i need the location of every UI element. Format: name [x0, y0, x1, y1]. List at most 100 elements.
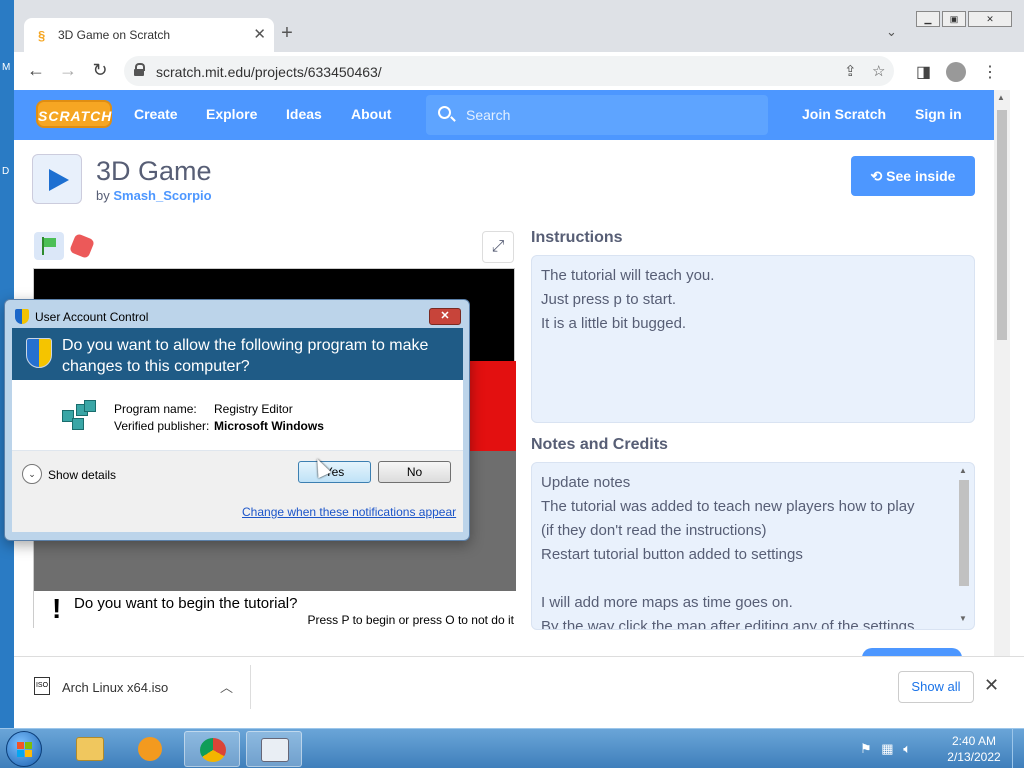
- remix-arrows-icon: ⟲: [870, 168, 883, 184]
- scrollbar-thumb[interactable]: [959, 480, 969, 586]
- back-arrow-icon[interactable]: ←: [24, 60, 48, 81]
- tab-bar: § 3D Game on Scratch ✕ + ⌄ ▁ ▣ ✕: [14, 0, 1024, 52]
- notes-line: The tutorial was added to teach new play…: [541, 498, 915, 515]
- address-bar[interactable]: scratch.mit.edu/projects/633450463/ ⇪ ☆: [124, 56, 894, 86]
- forward-arrow-icon[interactable]: →: [56, 60, 80, 81]
- network-icon[interactable]: ▦: [881, 741, 893, 756]
- play-icon: [49, 169, 69, 191]
- publisher-value: Microsoft Windows: [214, 419, 324, 433]
- scroll-down-icon[interactable]: ▼: [959, 614, 967, 623]
- show-desktop-button[interactable]: [1012, 729, 1024, 768]
- window-controls: ▁ ▣ ✕: [916, 11, 1014, 27]
- instructions-line: It is a little bit bugged.: [541, 315, 687, 332]
- bookmark-star-icon[interactable]: ☆: [872, 62, 885, 80]
- menu-dots-icon[interactable]: ⋮: [982, 62, 998, 82]
- minimize-button[interactable]: ▁: [916, 11, 940, 27]
- scrollbar-thumb[interactable]: [997, 110, 1007, 340]
- join-scratch-link[interactable]: Join Scratch: [802, 106, 886, 122]
- nav-about[interactable]: About: [351, 106, 391, 122]
- downloads-bar: ISO Arch Linux x64.iso ︿ Show all ✕: [14, 656, 1024, 716]
- shield-icon: [26, 338, 52, 368]
- maximize-button[interactable]: ▣: [942, 11, 966, 27]
- media-player-icon: [138, 737, 162, 761]
- scroll-up-icon[interactable]: ▲: [997, 93, 1005, 102]
- notes-line: [541, 567, 965, 591]
- chrome-icon: [200, 738, 226, 762]
- notes-line: Update notes: [541, 474, 631, 491]
- notes-box[interactable]: Update notes The tutorial was added to t…: [531, 462, 975, 630]
- desktop-letter: M: [2, 62, 11, 73]
- chevron-up-icon[interactable]: ︿: [220, 677, 233, 696]
- search-placeholder: Search: [466, 107, 511, 123]
- instructions-box: The tutorial will teach you. Just press …: [531, 255, 975, 423]
- folder-icon: [76, 737, 104, 761]
- show-all-button[interactable]: Show all: [898, 671, 974, 703]
- nav-explore[interactable]: Explore: [206, 106, 257, 122]
- nav-create[interactable]: Create: [134, 106, 178, 122]
- stage-hint: Press P to begin or press O to not do it: [307, 613, 514, 627]
- stage-question: Do you want to begin the tutorial?: [74, 595, 298, 612]
- close-window-button[interactable]: ✕: [968, 11, 1012, 27]
- tab-search-chevron-icon[interactable]: ⌄: [886, 24, 897, 40]
- window-icon: [261, 738, 289, 762]
- taskbar-explorer[interactable]: [62, 731, 118, 767]
- notes-title: Notes and Credits: [531, 436, 668, 453]
- clock-time: 2:40 AM: [951, 734, 997, 748]
- fullscreen-icon[interactable]: ⤢: [482, 231, 514, 263]
- yes-button[interactable]: Yes: [298, 461, 371, 483]
- clock[interactable]: 2:40 AM 2/13/2022: [942, 733, 1006, 765]
- taskbar-media-player[interactable]: [122, 731, 178, 767]
- profile-avatar-icon[interactable]: [946, 62, 966, 82]
- clock-date: 2/13/2022: [947, 750, 1001, 764]
- share-icon[interactable]: ⇪: [844, 62, 857, 80]
- start-button[interactable]: [6, 731, 42, 767]
- new-tab-button[interactable]: +: [276, 22, 298, 45]
- uac-close-button[interactable]: ✕: [429, 308, 461, 325]
- uac-body: Program name: Registry Editor Verified p…: [12, 380, 463, 532]
- uac-question: Do you want to allow the following progr…: [62, 337, 429, 375]
- scroll-up-icon[interactable]: ▲: [959, 466, 967, 475]
- notes-line: Restart tutorial button added to setting…: [541, 546, 803, 563]
- taskbar: ⚑ ▦ 🔈︎ 2:40 AM 2/13/2022: [0, 728, 1024, 768]
- partial-button[interactable]: [862, 648, 962, 656]
- close-icon[interactable]: ✕: [984, 675, 999, 696]
- reload-icon[interactable]: ↻: [88, 60, 112, 81]
- side-panel-icon[interactable]: ◨: [916, 62, 931, 82]
- lock-icon: [134, 63, 145, 76]
- tab-close-icon[interactable]: ✕: [253, 25, 266, 43]
- sign-in-link[interactable]: Sign in: [915, 106, 962, 122]
- show-details-label[interactable]: Show details: [48, 468, 116, 482]
- search-icon: [438, 106, 451, 119]
- volume-icon[interactable]: 🔈︎: [903, 741, 911, 756]
- notes-scrollbar[interactable]: ▲ ▼: [957, 464, 971, 628]
- project-thumbnail: [32, 154, 82, 204]
- taskbar-chrome[interactable]: [184, 731, 240, 767]
- desktop-letter: D: [2, 166, 10, 177]
- page-scrollbar[interactable]: ▲: [994, 90, 1010, 656]
- instructions-title: Instructions: [531, 229, 623, 246]
- url-text: scratch.mit.edu/projects/633450463/: [156, 64, 382, 80]
- project-author: by Smash_Scorpio: [96, 188, 212, 203]
- scratch-search-input[interactable]: Search: [426, 95, 768, 135]
- action-center-flag-icon[interactable]: ⚑: [860, 741, 872, 756]
- stop-sign-icon[interactable]: [68, 232, 96, 260]
- chevron-down-icon[interactable]: ⌄: [22, 464, 42, 484]
- uac-footer: ⌄ Show details Yes No Change when these …: [12, 451, 463, 532]
- taskbar-registry-editor[interactable]: [246, 731, 302, 767]
- by-label: by: [96, 188, 110, 203]
- author-link[interactable]: Smash_Scorpio: [113, 188, 211, 203]
- download-filename[interactable]: Arch Linux x64.iso: [62, 680, 168, 695]
- see-inside-label: See inside: [886, 168, 956, 184]
- scratch-logo[interactable]: SCRATCH: [36, 100, 112, 128]
- notification-settings-link[interactable]: Change when these notifications appear: [242, 505, 456, 519]
- green-flag-icon[interactable]: [34, 232, 64, 260]
- see-inside-button[interactable]: ⟲ See inside: [851, 156, 975, 196]
- tab-title: 3D Game on Scratch: [58, 28, 171, 42]
- tab-scratch[interactable]: § 3D Game on Scratch ✕: [24, 18, 274, 52]
- uac-title: User Account Control: [35, 310, 149, 324]
- nav-ideas[interactable]: Ideas: [286, 106, 322, 122]
- iso-file-icon: ISO: [34, 677, 50, 695]
- scratch-favicon-icon: §: [38, 28, 46, 43]
- no-button[interactable]: No: [378, 461, 451, 483]
- uac-dialog: User Account Control ✕ Do you want to al…: [4, 299, 470, 541]
